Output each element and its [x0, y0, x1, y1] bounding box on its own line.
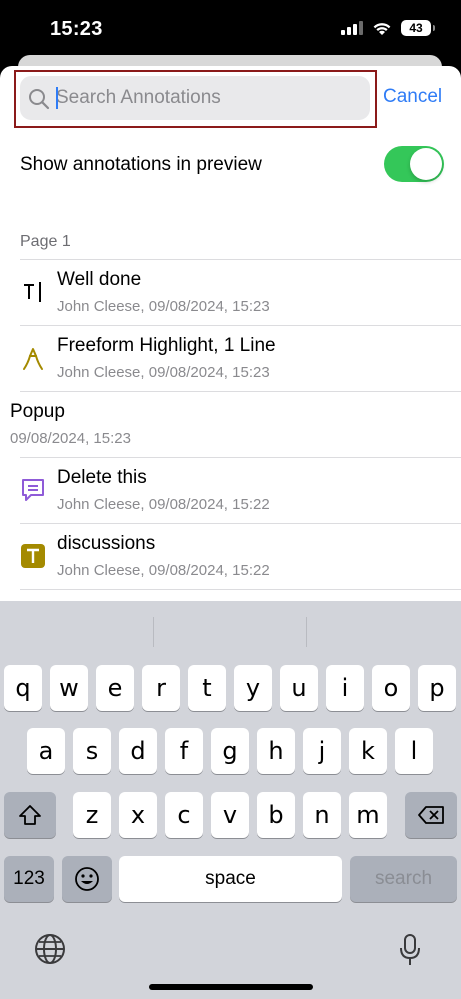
microphone-icon[interactable] [398, 933, 422, 967]
key-t[interactable]: t [188, 665, 226, 711]
globe-icon[interactable] [34, 933, 66, 965]
annotation-row[interactable]: Delete this John Cleese, 09/08/2024, 15:… [0, 457, 461, 523]
status-time: 15:23 [50, 18, 103, 40]
search-icon [29, 89, 50, 110]
key-r[interactable]: r [142, 665, 180, 711]
search-input[interactable] [56, 76, 362, 120]
backspace-key[interactable] [405, 792, 457, 838]
search-field[interactable] [20, 76, 370, 120]
battery-icon: 43 [401, 20, 435, 36]
annotation-subtitle: John Cleese, 09/08/2024, 15:23 [57, 364, 270, 381]
annotation-subtitle: John Cleese, 09/08/2024, 15:22 [57, 496, 270, 513]
key-s[interactable]: s [73, 728, 111, 774]
cancel-button[interactable]: Cancel [383, 86, 442, 108]
show-annotations-label: Show annotations in preview [20, 154, 262, 175]
search-key[interactable]: search [350, 856, 457, 902]
suggestion-divider [153, 617, 154, 647]
key-q[interactable]: q [4, 665, 42, 711]
text-cursor-icon [20, 279, 46, 305]
key-g[interactable]: g [211, 728, 249, 774]
key-c[interactable]: c [165, 792, 203, 838]
key-j[interactable]: j [303, 728, 341, 774]
annotation-title: Delete this [57, 467, 147, 488]
annotation-title: Popup [10, 401, 65, 422]
key-v[interactable]: v [211, 792, 249, 838]
key-y[interactable]: y [234, 665, 272, 711]
key-b[interactable]: b [257, 792, 295, 838]
key-h[interactable]: h [257, 728, 295, 774]
section-header-page: Page 1 [20, 233, 71, 250]
annotation-subtitle: 09/08/2024, 15:23 [10, 430, 131, 447]
status-bar: 15:23 43 [0, 0, 461, 58]
annotation-row[interactable]: Well done John Cleese, 09/08/2024, 15:23 [0, 259, 461, 325]
annotation-row[interactable]: Popup 09/08/2024, 15:23 [0, 391, 461, 457]
status-icons: 43 [341, 20, 435, 36]
comment-icon [20, 477, 46, 503]
numbers-key[interactable]: 123 [4, 856, 54, 902]
annotation-title: discussions [57, 533, 156, 554]
row-divider [20, 457, 461, 458]
emoji-key[interactable] [62, 856, 112, 902]
annotation-title: Well done [57, 269, 142, 290]
backspace-icon [418, 806, 444, 824]
text-caret [56, 87, 58, 109]
freeform-highlight-icon [20, 345, 46, 371]
cellular-signal-icon [341, 21, 363, 35]
key-a[interactable]: a [27, 728, 65, 774]
annotation-row[interactable]: Freeform Highlight, 1 Line John Cleese, … [0, 325, 461, 391]
toggle-knob [410, 148, 442, 180]
key-w[interactable]: w [50, 665, 88, 711]
key-d[interactable]: d [119, 728, 157, 774]
key-l[interactable]: l [395, 728, 433, 774]
row-divider [20, 523, 461, 524]
text-box-icon [20, 543, 46, 569]
key-o[interactable]: o [372, 665, 410, 711]
key-m[interactable]: m [349, 792, 387, 838]
row-divider [20, 589, 461, 590]
key-k[interactable]: k [349, 728, 387, 774]
shift-key[interactable] [4, 792, 56, 838]
show-annotations-toggle[interactable] [384, 146, 444, 182]
annotation-row[interactable]: discussions John Cleese, 09/08/2024, 15:… [0, 523, 461, 589]
key-x[interactable]: x [119, 792, 157, 838]
key-n[interactable]: n [303, 792, 341, 838]
space-key[interactable]: space [119, 856, 342, 902]
emoji-icon [75, 867, 99, 891]
key-u[interactable]: u [280, 665, 318, 711]
row-divider [20, 325, 461, 326]
annotation-title: Freeform Highlight, 1 Line [57, 335, 276, 356]
wifi-icon [373, 23, 391, 35]
annotations-sheet: Cancel Show annotations in preview Page … [0, 66, 461, 606]
annotation-subtitle: John Cleese, 09/08/2024, 15:22 [57, 562, 270, 579]
shift-icon [19, 805, 41, 825]
key-i[interactable]: i [326, 665, 364, 711]
row-divider [20, 259, 461, 260]
key-e[interactable]: e [96, 665, 134, 711]
key-z[interactable]: z [73, 792, 111, 838]
suggestion-divider [306, 617, 307, 647]
keyboard: q w e r t y u i o p a s d f g h j k l z … [0, 601, 461, 999]
key-f[interactable]: f [165, 728, 203, 774]
key-p[interactable]: p [418, 665, 456, 711]
home-indicator [149, 984, 313, 990]
annotation-subtitle: John Cleese, 09/08/2024, 15:23 [57, 298, 270, 315]
row-divider [20, 391, 461, 392]
